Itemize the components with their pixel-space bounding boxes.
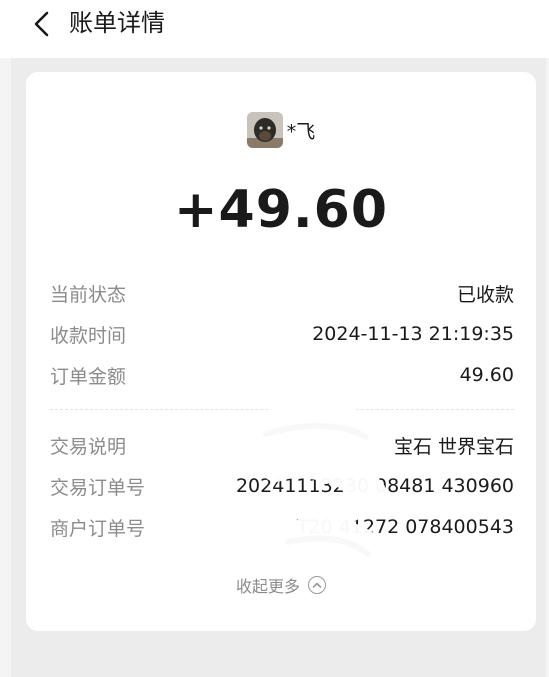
- merchant-order-value[interactable]: T20 41272 078400543: [297, 516, 514, 538]
- receive-time-row: 收款时间 2024-11-13 21:19:35: [50, 319, 514, 349]
- back-button[interactable]: [24, 6, 60, 42]
- chevron-left-icon: [34, 11, 49, 37]
- avatar[interactable]: [246, 112, 283, 148]
- divider: [50, 409, 514, 410]
- transaction-order-row: 交易订单号 20241113230 08481 430960: [50, 471, 514, 501]
- page-title: 账单详情: [69, 9, 165, 37]
- chevron-up-circle-icon: [308, 576, 326, 594]
- collapse-more-label: 收起更多: [235, 577, 300, 596]
- transaction-note-row: 交易说明 宝石 世界宝石: [50, 430, 514, 460]
- transaction-amount: +49.60: [173, 180, 389, 240]
- app-header: 账单详情: [0, 0, 549, 58]
- bill-detail-card: *飞 +49.60 当前状态 已收款 收款时间 2024-11-13 21:19…: [26, 72, 536, 631]
- status-value: 已收款: [456, 283, 514, 306]
- payer-name: *飞: [286, 120, 316, 143]
- transaction-note-label: 交易说明: [50, 435, 127, 458]
- merchant-order-label: 商户订单号: [50, 517, 146, 540]
- receive-time-value: 2024-11-13 21:19:35: [312, 323, 514, 345]
- status-row: 当前状态 已收款: [50, 278, 514, 308]
- order-amount-row: 订单金额 49.60: [50, 360, 514, 390]
- order-amount-label: 订单金额: [50, 365, 127, 388]
- collapse-more-button[interactable]: 收起更多: [26, 572, 536, 598]
- transaction-note-value[interactable]: 宝石 世界宝石: [394, 432, 514, 459]
- merchant-order-row: 商户订单号 T20 41272 078400543: [50, 512, 514, 542]
- order-amount-value: 49.60: [459, 364, 514, 386]
- transaction-order-label: 交易订单号: [50, 476, 146, 499]
- transaction-order-value[interactable]: 20241113230 08481 430960: [236, 475, 514, 497]
- status-label: 当前状态: [50, 283, 127, 306]
- avatar-photo-icon: [246, 112, 283, 148]
- receive-time-label: 收款时间: [50, 324, 127, 347]
- payer-info: *飞: [26, 112, 536, 148]
- redaction-scribble: [243, 403, 388, 566]
